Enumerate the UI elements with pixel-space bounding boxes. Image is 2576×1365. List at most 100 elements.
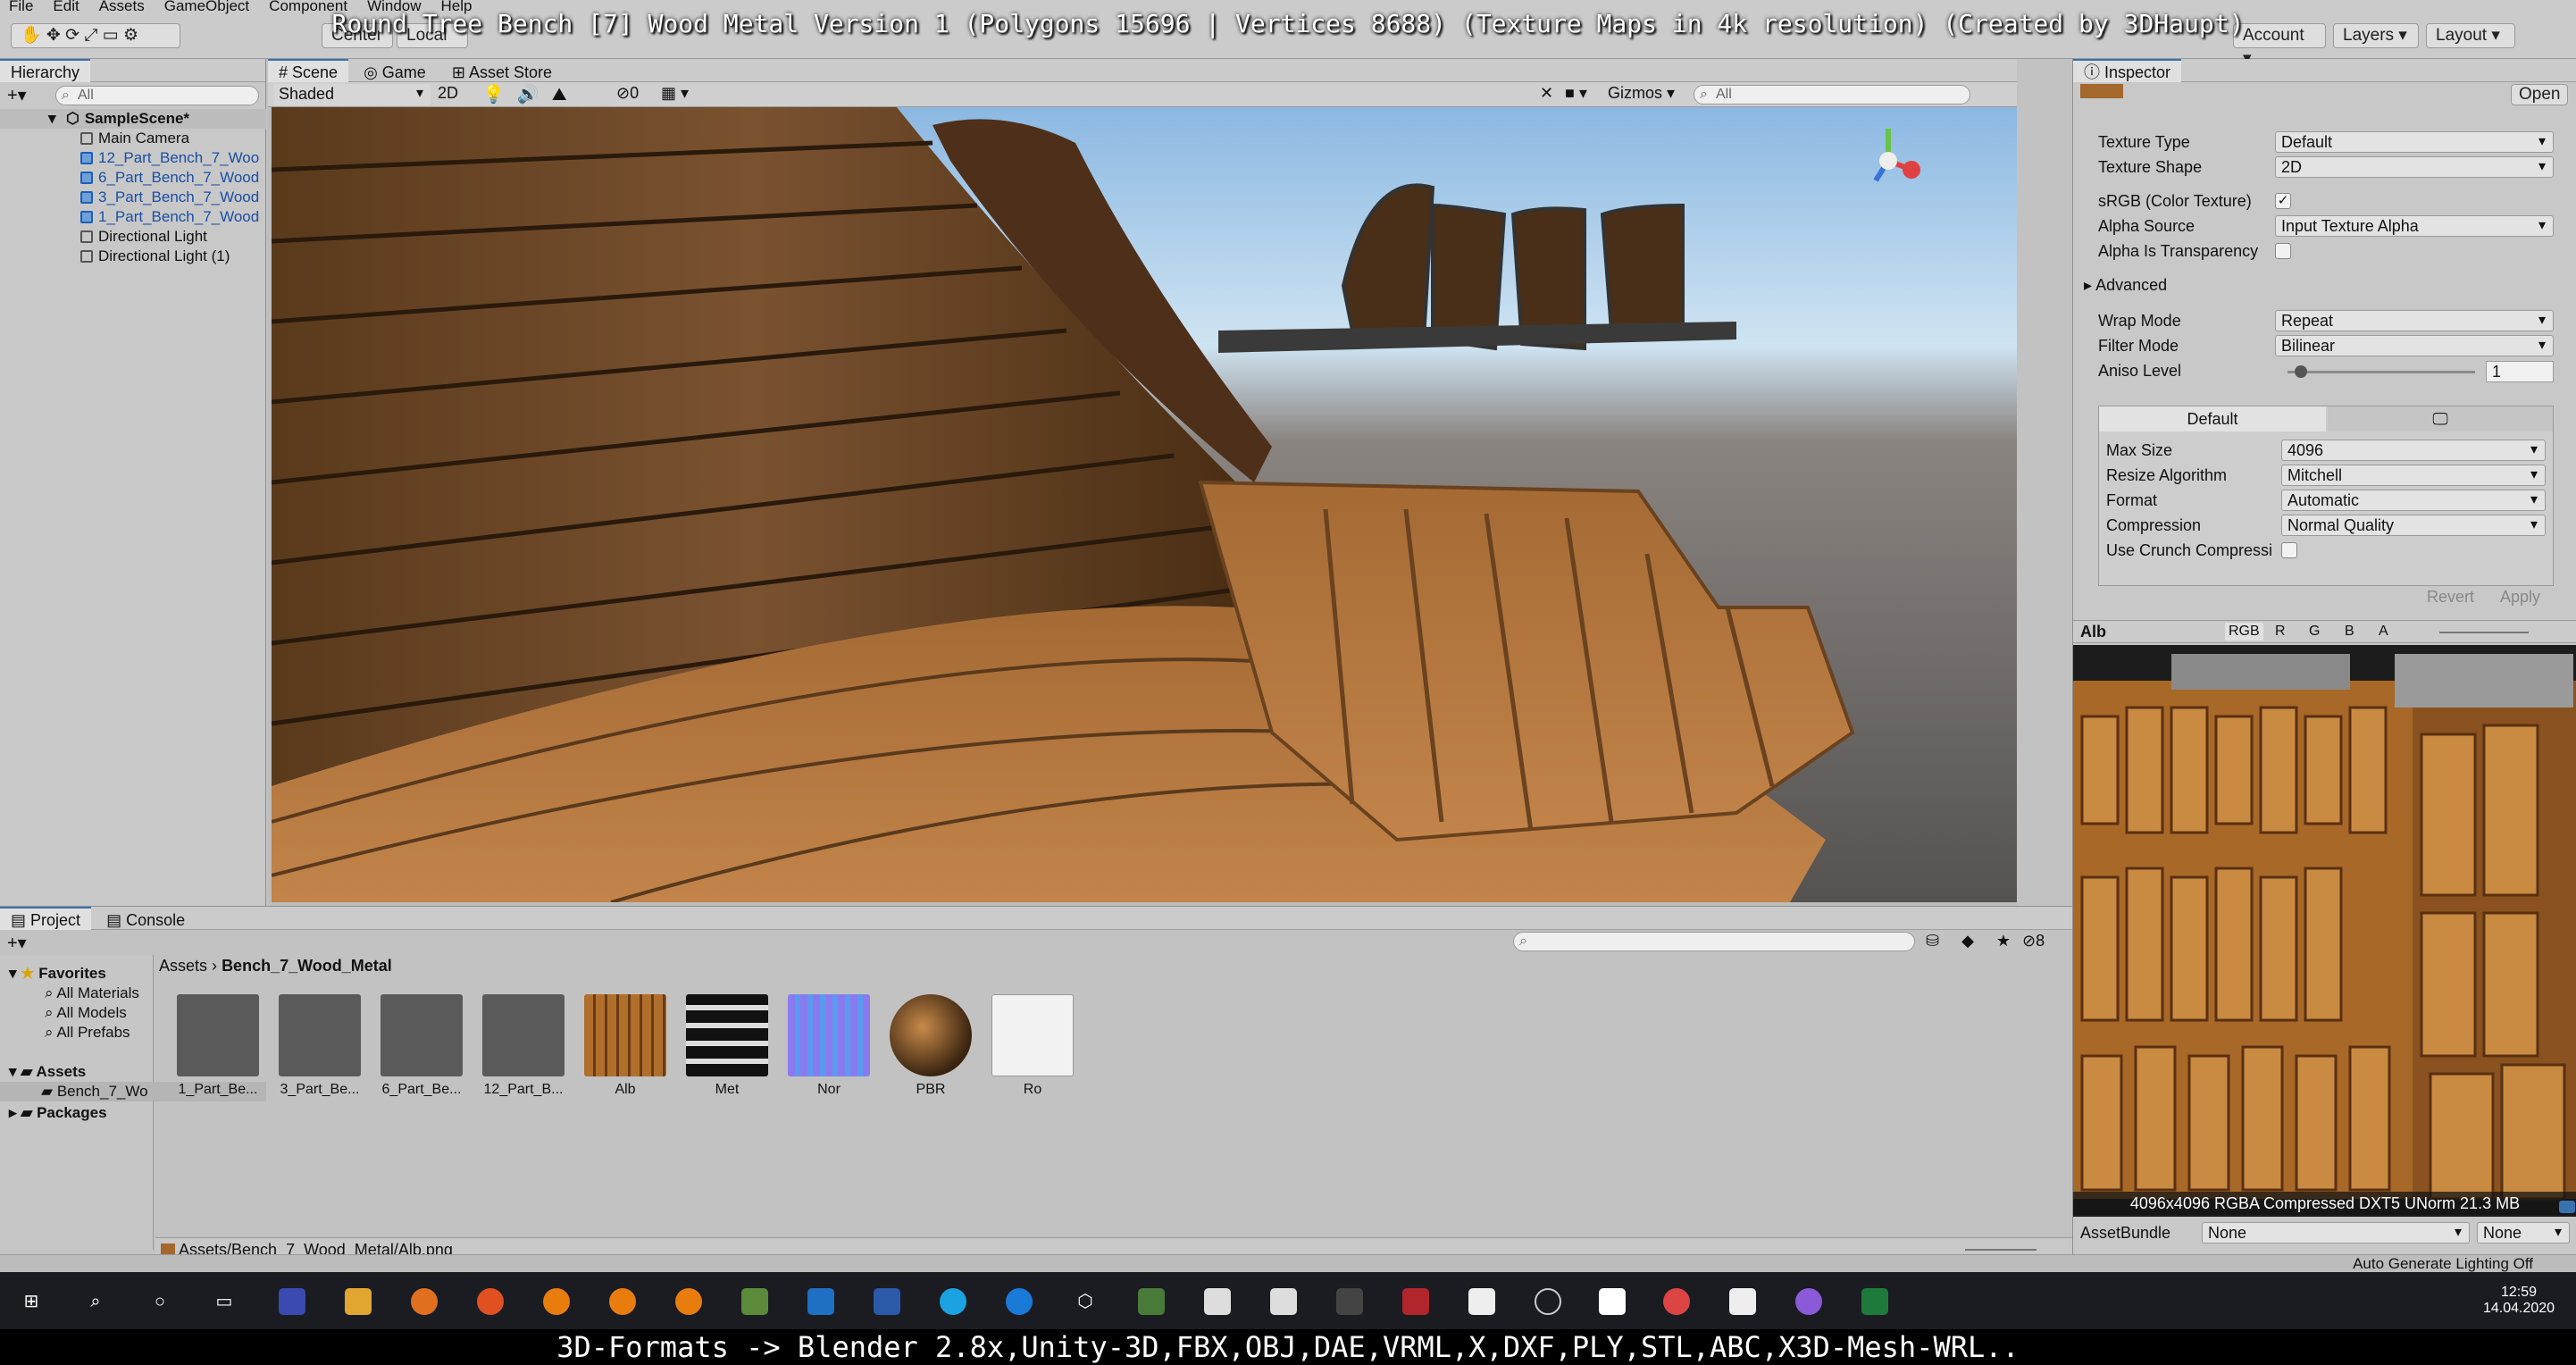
channel-r[interactable]: R	[2275, 624, 2286, 640]
create-asset-button[interactable]: +▾	[7, 932, 27, 954]
format-dropdown[interactable]: Automatic	[2281, 490, 2546, 511]
hierarchy-search[interactable]: ⌕ All	[55, 86, 259, 105]
scene-root[interactable]: ▾ ⬡ SampleScene*	[0, 109, 266, 129]
excel-icon[interactable]	[1861, 1288, 1888, 1315]
asset-6-part[interactable]: 6_Part_Be...	[379, 994, 464, 1098]
gizmos-dropdown[interactable]: Gizmos ▾	[1608, 84, 1675, 103]
crunch-compression-checkbox[interactable]	[2281, 542, 2297, 558]
tab-scene[interactable]: # Scene	[268, 59, 349, 82]
asset-ro[interactable]: Ro	[990, 994, 1075, 1098]
open-button[interactable]: Open	[2511, 84, 2569, 105]
tag-icon[interactable]	[2559, 1201, 2575, 1213]
vivaldi-icon[interactable]	[1204, 1288, 1231, 1315]
camera-dropdown[interactable]: ■ ▾	[1565, 84, 1587, 103]
hierarchy-item-main-camera[interactable]: Main Camera	[0, 129, 266, 148]
obs-icon[interactable]	[1535, 1288, 1561, 1315]
hierarchy-item-directional-light-1[interactable]: Directional Light (1)	[0, 247, 266, 266]
acrobat-icon[interactable]	[1402, 1288, 1429, 1315]
asset-pbr[interactable]: PBR	[888, 994, 974, 1098]
tab-default-platform[interactable]: Default	[2099, 406, 2326, 431]
app-icon[interactable]	[1138, 1288, 1165, 1315]
breadcrumb-assets[interactable]: Assets	[159, 957, 207, 975]
tab-game[interactable]: ◎ Game	[353, 61, 437, 84]
hierarchy-item-6-part[interactable]: 6_Part_Bench_7_Wood	[0, 168, 266, 188]
inkscape-icon[interactable]	[1270, 1288, 1297, 1315]
asset-3-part[interactable]: 3_Part_Be...	[277, 994, 363, 1098]
alpha-source-dropdown[interactable]: Input Texture Alpha	[2275, 215, 2554, 237]
assetbundle-variant-dropdown[interactable]: None	[2477, 1222, 2570, 1244]
asset-alb[interactable]: Alb	[582, 994, 668, 1098]
save-app-icon[interactable]	[279, 1288, 305, 1315]
scene-search[interactable]: ⌕ All	[1694, 85, 1970, 105]
firefox-alt-icon[interactable]	[477, 1288, 504, 1315]
channel-rgb[interactable]: RGB	[2225, 623, 2263, 641]
blender-icon[interactable]	[543, 1288, 570, 1315]
asset-1-part[interactable]: 1_Part_Be...	[175, 994, 261, 1098]
mip-slider[interactable]	[2439, 632, 2529, 633]
breadcrumb-folder[interactable]: Bench_7_Wood_Metal	[222, 957, 392, 975]
assetbundle-dropdown[interactable]: None	[2202, 1222, 2470, 1244]
alpha-transparency-checkbox[interactable]	[2275, 243, 2291, 259]
asset-met[interactable]: Met	[684, 994, 770, 1098]
app-icon-2[interactable]	[1336, 1288, 1363, 1315]
scene-viewport[interactable]	[272, 107, 2017, 902]
word-icon[interactable]	[874, 1288, 900, 1315]
unity-editor-icon[interactable]	[1599, 1288, 1626, 1315]
max-size-dropdown[interactable]: 4096	[2281, 440, 2546, 461]
add-object-button[interactable]: +▾	[7, 84, 27, 106]
app-icon-3[interactable]	[1663, 1288, 1690, 1315]
edge-icon[interactable]	[1006, 1288, 1033, 1315]
hierarchy-item-directional-light[interactable]: Directional Light	[0, 227, 266, 247]
srgb-checkbox[interactable]: ✓	[2275, 193, 2291, 209]
hierarchy-item-3-part[interactable]: 3_Part_Bench_7_Wood	[0, 188, 266, 207]
blender-icon-3[interactable]	[675, 1288, 702, 1315]
compression-dropdown[interactable]: Normal Quality	[2281, 515, 2546, 536]
maps-icon[interactable]	[1795, 1288, 1822, 1315]
notepad-icon[interactable]	[741, 1288, 768, 1315]
tab-inspector[interactable]: ⓘ Inspector	[2073, 59, 2182, 82]
filter-mode-dropdown[interactable]: Bilinear	[2275, 335, 2554, 356]
tab-project[interactable]: ▤ Project	[0, 907, 92, 930]
hierarchy-item-12-part[interactable]: 12_Part_Bench_7_Woo	[0, 148, 266, 168]
project-search[interactable]: ⌕	[1513, 932, 1915, 951]
slider-handle[interactable]	[2295, 365, 2307, 378]
tab-standalone-platform[interactable]: 🖵	[2328, 406, 2553, 431]
tools-icon[interactable]: ✕	[1540, 84, 1553, 103]
scene-view-toggles[interactable]: 💡🔊⛰	[482, 83, 580, 105]
resize-algorithm-dropdown[interactable]: Mitchell	[2281, 465, 2546, 486]
blender-icon-2[interactable]	[609, 1288, 636, 1315]
apply-button[interactable]: Apply	[2500, 588, 2540, 607]
tab-console[interactable]: ▤ Console	[96, 909, 196, 932]
texture-type-dropdown[interactable]: Default	[2275, 131, 2554, 153]
calculator-icon[interactable]	[1729, 1288, 1756, 1315]
search-icon[interactable]: ⌕	[82, 1288, 109, 1315]
wrap-mode-dropdown[interactable]: Repeat	[2275, 310, 2554, 331]
hidden-packages-toggle[interactable]: ⊘8	[2022, 932, 2045, 950]
channel-b[interactable]: B	[2345, 624, 2354, 640]
revert-button[interactable]: Revert	[2427, 588, 2474, 607]
thumbnail-size-slider[interactable]	[1965, 1249, 2037, 1251]
3d-viewer-icon[interactable]: ⬡	[1072, 1288, 1099, 1315]
shading-mode-dropdown[interactable]: Shaded	[273, 84, 431, 105]
aniso-level-input[interactable]: 1	[2486, 361, 2554, 382]
file-explorer-icon[interactable]	[345, 1288, 372, 1315]
windows-start-icon[interactable]: ⊞	[18, 1288, 45, 1315]
task-view-icon[interactable]: ▭	[211, 1288, 238, 1315]
hierarchy-item-1-part[interactable]: 1_Part_Bench_7_Wood	[0, 207, 266, 227]
texture-shape-dropdown[interactable]: 2D	[2275, 156, 2554, 178]
channel-g[interactable]: G	[2309, 624, 2320, 640]
tab-hierarchy[interactable]: Hierarchy	[0, 59, 91, 82]
2d-toggle[interactable]: 2D	[438, 84, 458, 103]
skype-icon[interactable]	[940, 1288, 966, 1315]
asset-12-part[interactable]: 12_Part_B...	[481, 994, 566, 1098]
advanced-foldout[interactable]: ▸ Advanced	[2084, 273, 2167, 297]
grid-toggle[interactable]: ▦ ▾	[661, 84, 689, 103]
tab-asset-store[interactable]: ⊞ Asset Store	[441, 61, 563, 84]
hidden-objects-toggle[interactable]: ⊘0	[616, 84, 639, 103]
firefox-icon[interactable]	[411, 1288, 438, 1315]
outlook-icon[interactable]	[807, 1288, 834, 1315]
asset-nor[interactable]: Nor	[786, 994, 872, 1098]
cortana-icon[interactable]: ○	[146, 1288, 173, 1315]
channel-a[interactable]: A	[2379, 624, 2388, 640]
system-clock[interactable]: 12:59 14.04.2020	[2465, 1285, 2572, 1317]
